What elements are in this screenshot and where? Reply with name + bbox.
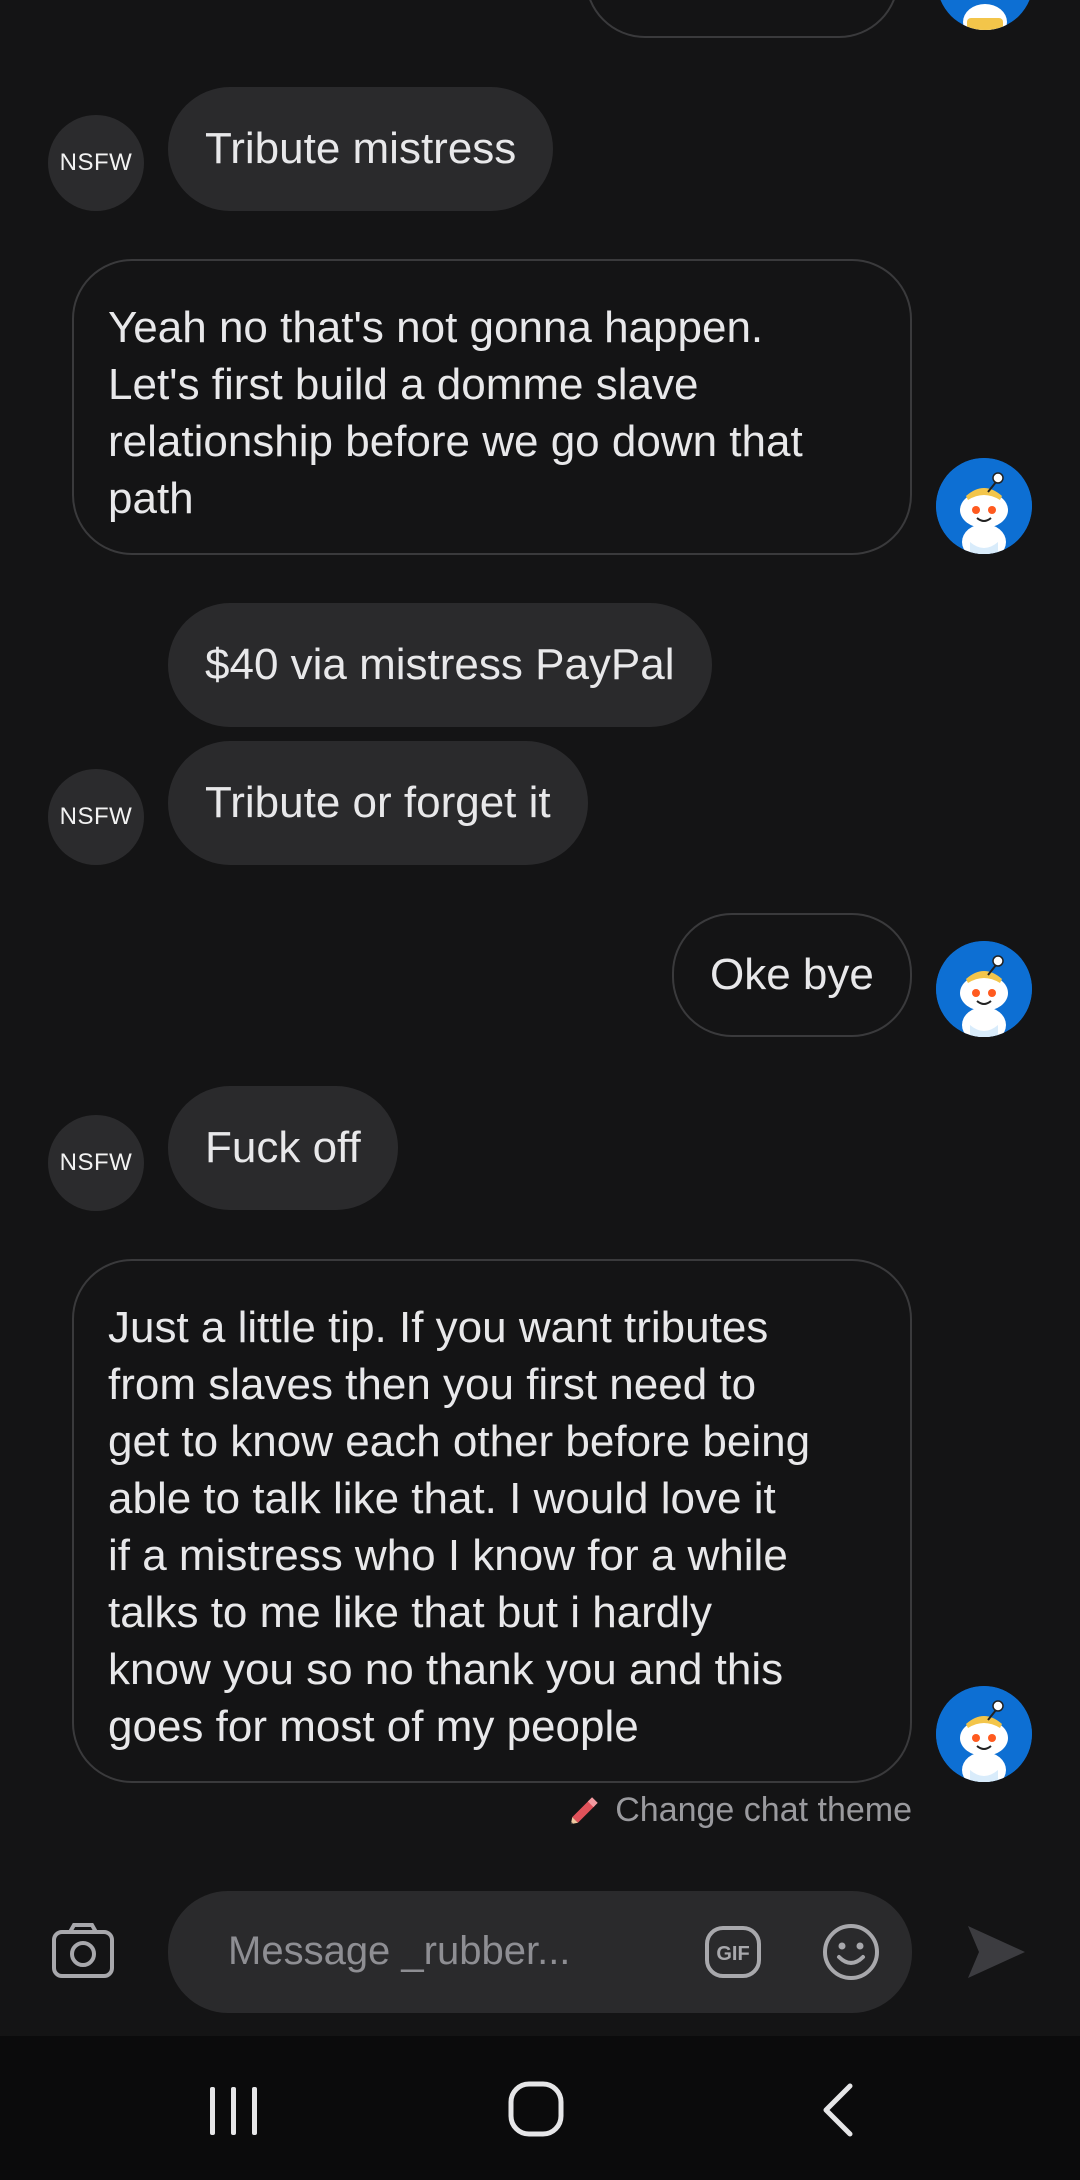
back-icon: [823, 2083, 853, 2137]
send-icon: [968, 1926, 1025, 1978]
message-bubble-outgoing[interactable]: Oke bye: [672, 913, 912, 1037]
emoji-button[interactable]: [822, 1923, 880, 1981]
sender-avatar[interactable]: NSFW: [48, 769, 144, 865]
gif-icon: GIF: [705, 1926, 761, 1978]
change-chat-theme-link[interactable]: Change chat theme: [540, 1786, 912, 1834]
camera-icon: [52, 1923, 114, 1978]
message-line: relationship before we go down that: [108, 417, 803, 466]
previous-message-bubble: [585, 0, 899, 38]
previous-avatar-partial: [937, 0, 1033, 30]
system-navigation-bar: [0, 2036, 1080, 2180]
pencil-icon: [571, 1797, 598, 1825]
send-button[interactable]: [965, 1922, 1027, 1982]
own-avatar[interactable]: [936, 458, 1032, 554]
message-bubble-incoming[interactable]: Tribute mistress: [168, 87, 554, 211]
snoo-avatar-icon: [936, 1686, 1032, 1782]
recents-icon: [210, 2087, 257, 2135]
message-line: know you so no thank you and this: [108, 1645, 784, 1694]
recents-button[interactable]: [204, 2083, 264, 2139]
own-avatar[interactable]: [936, 1686, 1032, 1782]
gif-label: GIF: [716, 1943, 749, 1965]
message-line: talks to me like that but i hardly: [108, 1588, 713, 1637]
message-line: from slaves then you first need to: [108, 1360, 757, 1409]
message-bubble-incoming[interactable]: $40 via mistress PayPal: [168, 603, 712, 727]
chat-screen: NSFW Tribute mistress Yeah no that's not…: [0, 0, 1080, 2180]
message-line: path: [108, 474, 194, 523]
gif-button[interactable]: GIF: [704, 1925, 762, 1979]
message-bubble-outgoing[interactable]: Just a little tip. If you want tributes …: [72, 1259, 912, 1783]
message-line: Yeah no that's not gonna happen.: [108, 303, 764, 352]
own-avatar[interactable]: [936, 941, 1032, 1037]
message-input[interactable]: Message _rubber... GIF: [168, 1891, 912, 2013]
sender-avatar[interactable]: NSFW: [48, 1115, 144, 1211]
message-line: if a mistress who I know for a while: [108, 1531, 788, 1580]
message-bubble-incoming[interactable]: Tribute or forget it: [168, 741, 588, 865]
message-bubble-outgoing[interactable]: Yeah no that's not gonna happen. Let's f…: [72, 259, 912, 555]
emoji-icon: [823, 1924, 879, 1980]
sender-avatar[interactable]: NSFW: [48, 115, 144, 211]
message-line: able to talk like that. I would love it: [108, 1474, 776, 1523]
snoo-avatar-icon: [936, 941, 1032, 1037]
camera-button[interactable]: [48, 1922, 120, 1982]
message-line: goes for most of my people: [108, 1702, 639, 1751]
home-icon: [508, 2081, 564, 2137]
snoo-avatar-icon: [936, 458, 1032, 554]
back-button[interactable]: [818, 2080, 858, 2140]
message-input-placeholder: Message _rubber...: [228, 1929, 571, 1973]
home-button[interactable]: [507, 2080, 565, 2138]
change-chat-theme-label: Change chat theme: [615, 1790, 912, 1829]
message-line: Let's first build a domme slave: [108, 360, 699, 409]
message-bubble-incoming[interactable]: Fuck off: [168, 1086, 398, 1210]
message-line: get to know each other before being: [108, 1417, 811, 1466]
message-line: Just a little tip. If you want tributes: [108, 1303, 769, 1352]
